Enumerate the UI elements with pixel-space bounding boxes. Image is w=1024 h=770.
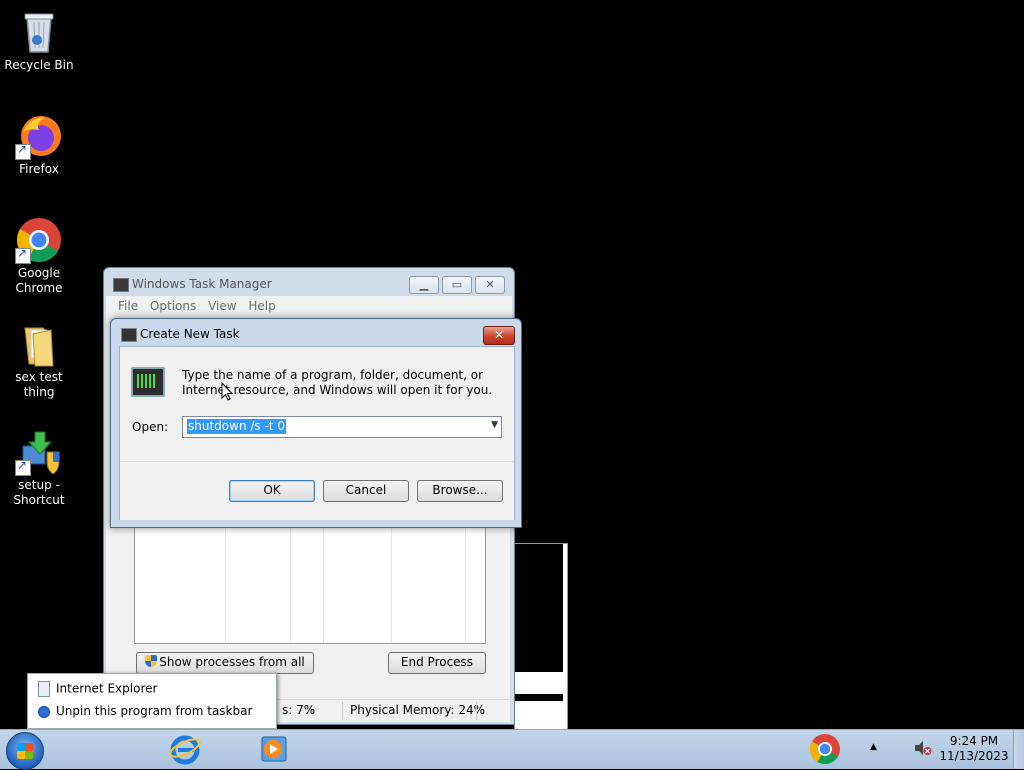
cpu-usage: s: 7%	[282, 703, 316, 717]
dialog-close-button[interactable]: ✕	[483, 326, 515, 345]
show-hidden-icons-button[interactable]: ▲	[870, 742, 877, 752]
desktop-icon-label: Google Chrome	[15, 266, 63, 295]
taskbar-internet-explorer-icon[interactable]	[168, 733, 202, 765]
chrome-icon	[15, 216, 63, 264]
mouse-cursor-icon	[221, 382, 233, 401]
menu-view[interactable]: View	[206, 296, 242, 313]
menu-help[interactable]: Help	[246, 296, 281, 313]
shortcut-arrow-icon	[15, 142, 31, 160]
close-button[interactable]: ✕	[475, 276, 505, 294]
dropdown-arrow-icon[interactable]: ▼	[491, 420, 498, 430]
taskbar: ▲ 9:24 PM 11/13/2023	[0, 729, 1024, 770]
dialog-title-icon	[121, 328, 137, 342]
setup-installer-icon	[15, 428, 63, 476]
start-button[interactable]	[6, 732, 44, 770]
desktop-icon-folder[interactable]: sex test thing	[0, 320, 78, 400]
document-icon	[38, 681, 50, 697]
shortcut-arrow-icon	[15, 246, 31, 264]
jump-item-internet-explorer[interactable]: Internet Explorer	[38, 681, 157, 697]
maximize-button[interactable]: ▭	[442, 276, 472, 294]
desktop-icon-setup-shortcut[interactable]: setup - Shortcut	[0, 428, 78, 508]
clock[interactable]: 9:24 PM 11/13/2023	[936, 734, 1012, 764]
taskbar-media-player-icon[interactable]	[258, 733, 292, 765]
folder-icon	[15, 320, 63, 368]
clock-date: 11/13/2023	[939, 749, 1009, 763]
open-input-value[interactable]: shutdown /s -t 0	[187, 419, 286, 434]
process-list[interactable]	[134, 526, 486, 644]
menu-options[interactable]: Options	[148, 296, 202, 313]
show-processes-all-users-button[interactable]: Show processes from all users	[136, 652, 314, 688]
task-manager-app-icon	[113, 278, 129, 292]
jump-item-unpin[interactable]: Unpin this program from taskbar	[38, 704, 252, 718]
jump-item-label: Internet Explorer	[56, 681, 158, 696]
create-new-task-dialog[interactable]: Create New Task ✕ Type the name of a pro…	[110, 318, 522, 528]
shortcut-arrow-icon	[15, 458, 31, 476]
desktop-icon-label: Recycle Bin	[4, 58, 74, 72]
desktop-icon-label: sex test thing	[15, 370, 63, 399]
volume-muted-icon[interactable]	[914, 740, 932, 759]
firefox-icon	[15, 112, 63, 160]
taskbar-chrome-icon[interactable]	[808, 733, 842, 765]
desktop-icon-label: Firefox	[19, 162, 59, 176]
uac-shield-icon	[145, 655, 158, 667]
recycle-bin-icon	[15, 8, 63, 56]
desktop-icon-firefox[interactable]: Firefox	[0, 112, 78, 177]
background-window-fragment	[514, 543, 568, 730]
desktop-icon-label: setup - Shortcut	[13, 478, 65, 507]
physical-memory: Physical Memory: 24%	[350, 703, 486, 717]
dialog-title: Create New Task	[140, 327, 240, 341]
clock-time: 9:24 PM	[949, 734, 999, 748]
open-combobox[interactable]: shutdown /s -t 0 ▼	[182, 416, 502, 438]
end-process-button[interactable]: End Process	[388, 652, 486, 674]
desktop-icon-chrome[interactable]: Google Chrome	[0, 216, 78, 296]
dialog-body: Type the name of a program, folder, docu…	[119, 346, 515, 520]
browse-button[interactable]: Browse...	[417, 480, 503, 502]
open-label: Open:	[132, 420, 169, 434]
task-manager-program-icon	[131, 367, 165, 397]
menu-bar: File Options View Help	[106, 296, 512, 318]
cancel-button[interactable]: Cancel	[323, 480, 409, 502]
desktop-icon-recycle-bin[interactable]: Recycle Bin	[0, 8, 78, 73]
taskbar-jump-list: Internet Explorer Unpin this program fro…	[27, 673, 277, 729]
window-title: Windows Task Manager	[132, 277, 272, 291]
jump-item-label: Unpin this program from taskbar	[56, 704, 253, 718]
minimize-button[interactable]: ▁	[409, 276, 439, 294]
dialog-button-area: OK Cancel Browse...	[120, 461, 514, 520]
show-desktop-button[interactable]	[1013, 730, 1024, 769]
ok-button[interactable]: OK	[229, 480, 315, 502]
pin-icon	[38, 705, 50, 718]
menu-file[interactable]: File	[106, 296, 144, 313]
